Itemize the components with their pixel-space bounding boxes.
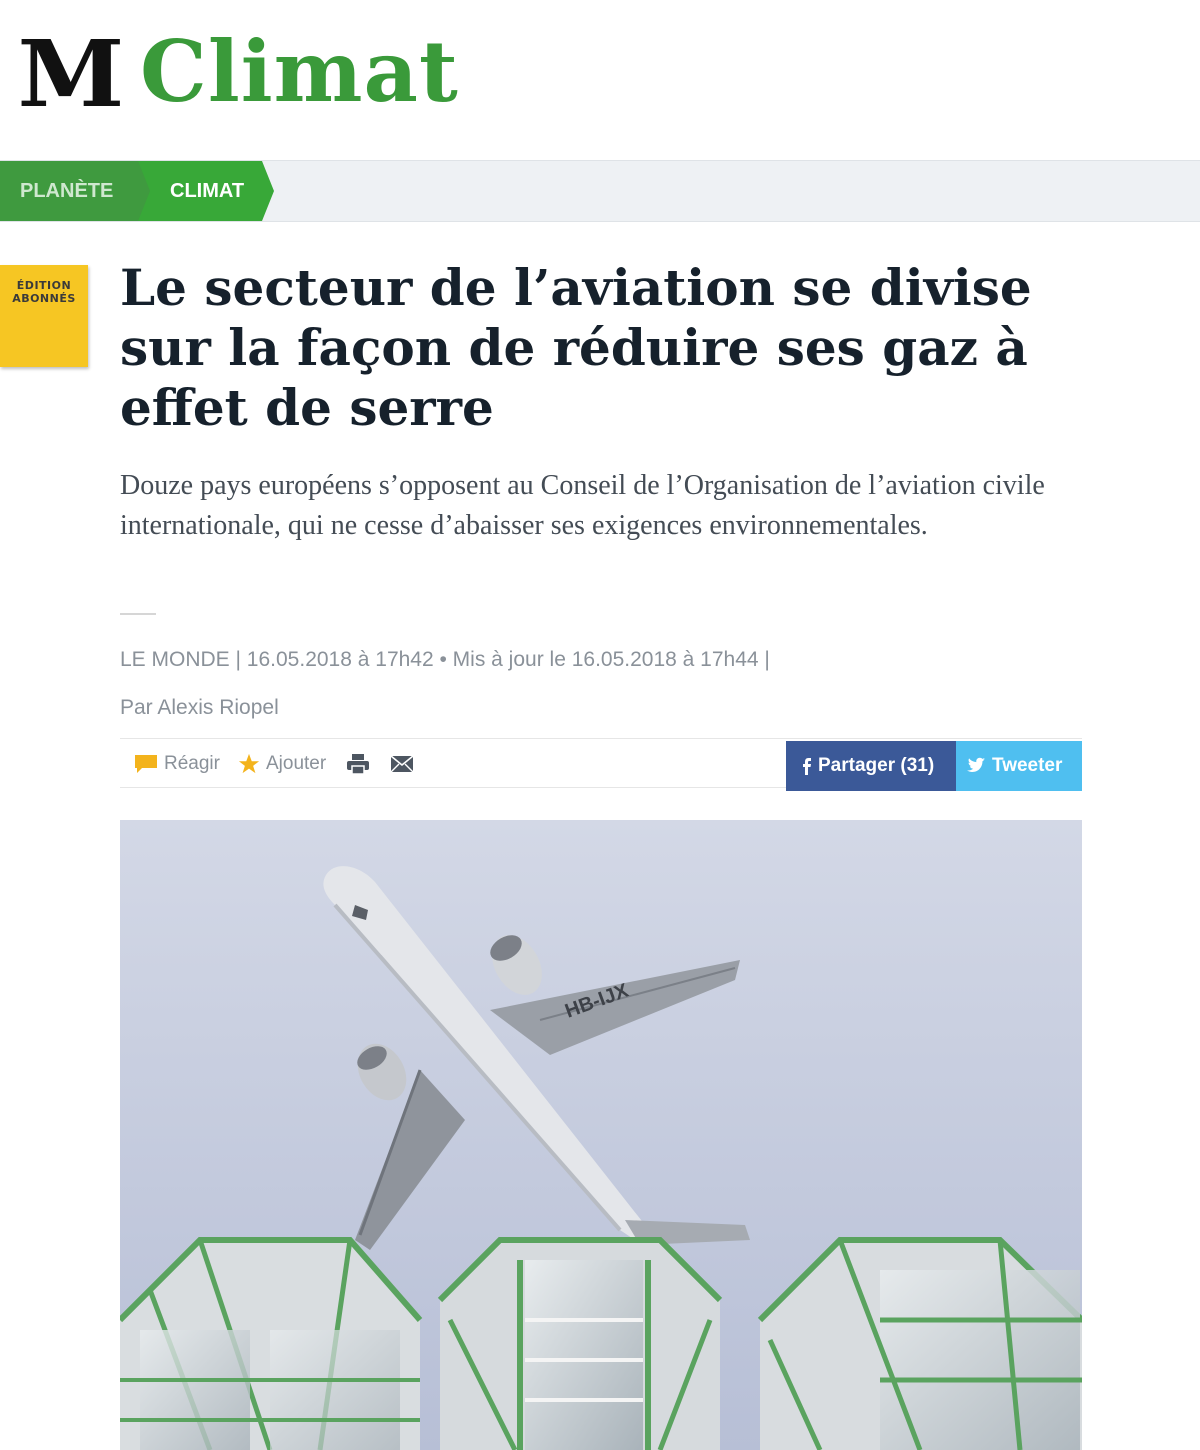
breadcrumb: PLANÈTE CLIMAT [0,160,1200,222]
le-monde-logo[interactable]: M [18,28,125,120]
divider [120,613,156,615]
comment-icon [135,754,157,773]
buildings [120,1237,1082,1450]
article-toolbar: Réagir Ajouter Partager (31) Tweeter [120,738,1082,791]
facebook-icon [803,757,811,775]
airplane-over-buildings-image: HB-IJX [120,820,1082,1450]
subscriber-edition-badge: ÉDITION ABONNÉS [0,265,88,367]
email-button[interactable] [390,739,420,789]
mail-icon [390,755,414,773]
article-photo[interactable]: HB-IJX [120,820,1082,1450]
article-dateline: LE MONDE | 16.05.2018 à 17h42 • Mis à jo… [120,648,770,671]
masthead: M Climat [0,0,1200,160]
star-icon [238,753,260,774]
article-title: Le secteur de l’aviation se divise sur l… [120,258,1032,437]
breadcrumb-item-climat[interactable]: CLIMAT [138,161,274,221]
twitter-share-button[interactable]: Tweeter [956,741,1082,791]
article-byline: Par Alexis Riopel [120,696,279,719]
section-title[interactable]: Climat [140,30,459,114]
twitter-share-label: Tweeter [992,755,1063,776]
facebook-share-label: Partager (31) [818,755,935,776]
react-button[interactable]: Réagir [134,739,220,789]
badge-line-2: ABONNÉS [12,292,76,305]
print-button[interactable] [346,739,376,789]
add-favorite-button[interactable]: Ajouter [238,739,326,789]
facebook-share-button[interactable]: Partager (31) [786,741,956,791]
react-label: Réagir [164,753,220,774]
twitter-icon [966,758,986,773]
badge-line-1: ÉDITION [16,279,72,292]
article-standfirst: Douze pays européens s’opposent au Conse… [120,470,1045,541]
add-label: Ajouter [266,753,327,774]
breadcrumb-item-planete[interactable]: PLANÈTE [0,161,150,221]
printer-icon [347,753,369,775]
